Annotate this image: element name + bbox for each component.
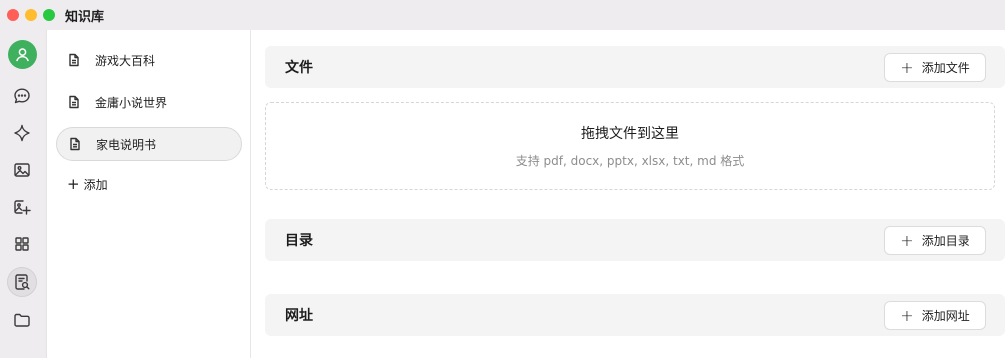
grid-apps-icon [15,237,29,251]
add-file-label: 添加文件 [921,61,970,75]
knowledge-base-list: 游戏大百科 金庸小说世界 家电说明书 + 添加 [46,30,251,358]
kb-item-jinyong[interactable]: 金庸小说世界 [56,85,242,119]
add-url-label: 添加网址 [921,309,970,323]
rail-chat-button[interactable] [7,81,37,111]
add-file-button[interactable]: + 添加文件 [884,53,986,82]
user-icon [16,48,29,62]
plus-icon: + [900,230,914,250]
document-icon [67,53,81,67]
directories-section-title: 目录 [285,233,313,249]
kb-item-label: 金庸小说世界 [95,95,168,110]
minimize-window-button[interactable] [25,9,37,21]
plus-icon: + [900,305,914,325]
rail-folder-button[interactable] [7,305,37,335]
rail-image-edit-button[interactable] [7,192,37,222]
rail-image-button[interactable] [7,155,37,185]
sparkle-icon [14,124,30,142]
dropzone-supported-formats: 支持 pdf, docx, pptx, xlsx, txt, md 格式 [515,154,745,168]
chat-bubble-icon [14,88,30,104]
zoom-window-button[interactable] [43,9,55,21]
image-icon [14,163,30,177]
add-directory-label: 添加目录 [921,234,970,248]
window-controls [7,9,55,21]
add-directory-button[interactable]: + 添加目录 [884,226,986,255]
directories-section-header: 目录 + 添加目录 [265,219,1005,261]
add-knowledge-base-button[interactable]: + 添加 [67,176,108,193]
plus-icon: + [900,57,914,77]
knowledge-base-detail: 文件 + 添加文件 拖拽文件到这里 支持 pdf, docx, pptx, xl… [251,30,1005,358]
add-url-button[interactable]: + 添加网址 [884,301,986,330]
window-title: 知识库 [65,9,105,25]
rail-knowledge-button[interactable] [7,267,37,297]
document-icon [68,137,82,151]
rail-apps-button[interactable] [7,229,37,259]
document-icon [67,95,81,109]
kb-item-label: 游戏大百科 [95,53,156,68]
image-edit-icon [14,200,31,215]
icon-rail [0,30,46,358]
urls-section-header: 网址 + 添加网址 [265,294,1005,336]
dropzone-title: 拖拽文件到这里 [581,126,679,142]
file-dropzone[interactable]: 拖拽文件到这里 支持 pdf, docx, pptx, xlsx, txt, m… [265,102,995,190]
user-avatar[interactable] [8,40,37,69]
plus-icon: + [67,175,80,193]
kb-item-games[interactable]: 游戏大百科 [56,43,242,77]
folder-icon [14,313,30,327]
files-section-header: 文件 + 添加文件 [265,46,1005,88]
add-knowledge-base-label: 添加 [83,178,108,192]
close-window-button[interactable] [7,9,19,21]
title-bar: 知识库 [0,0,1005,30]
knowledge-base-icon [15,274,30,290]
rail-sparkle-button[interactable] [7,118,37,148]
files-section-title: 文件 [285,60,313,76]
kb-item-label: 家电说明书 [96,137,157,152]
kb-item-appliance-manuals[interactable]: 家电说明书 [56,127,242,161]
urls-section-title: 网址 [285,308,313,324]
